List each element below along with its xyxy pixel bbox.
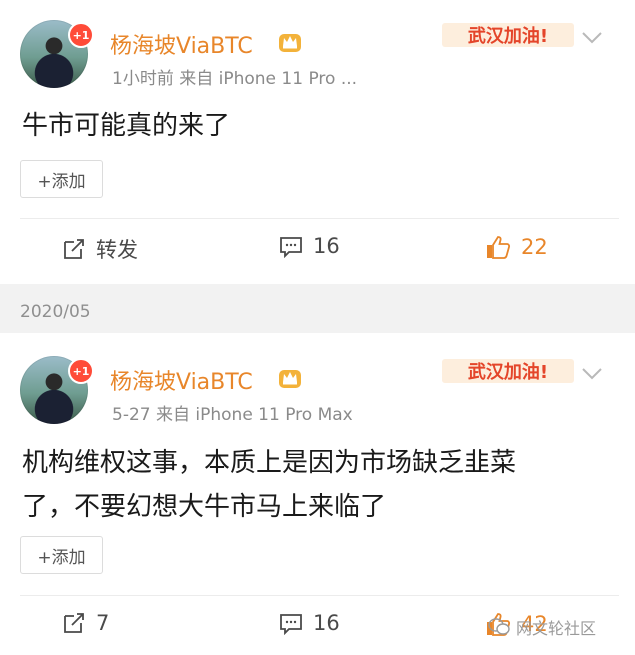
add-button[interactable]: +添加 [20, 160, 103, 198]
post-meta: 1小时前 来自 iPhone 11 Pro ... [112, 69, 358, 89]
chevron-down-icon[interactable] [580, 366, 604, 382]
wechat-icon [488, 618, 510, 635]
repost-button[interactable]: 转发 [62, 234, 138, 264]
username[interactable]: 杨海坡ViaBTC [110, 28, 253, 60]
add-button[interactable]: +添加 [20, 536, 103, 574]
weibo-post: +1 杨海坡ViaBTC 5-27 来自 iPhone 11 Pro Max 武… [0, 333, 635, 655]
repost-button[interactable]: 7 [62, 611, 109, 635]
post-content-line: 了，不要幻想大牛市马上来临了 [22, 492, 387, 522]
username[interactable]: 杨海坡ViaBTC [110, 364, 253, 396]
comment-button[interactable]: 16 [279, 611, 340, 635]
banner-text: 武汉加油! [468, 361, 548, 383]
weibo-feed: +1 杨海坡ViaBTC 1小时前 来自 iPhone 11 Pro ... 武… [0, 0, 635, 655]
chevron-down-icon[interactable] [580, 30, 604, 46]
date-separator [0, 284, 635, 333]
comment-count: 16 [313, 234, 340, 258]
watermark-text: 网文轮社区 [516, 619, 597, 638]
post-content: 机构维权这事，本质上是因为市场缺乏韭菜 了，不要幻想大牛市马上来临了 [22, 441, 605, 529]
repost-icon [64, 613, 84, 633]
notification-badge: +1 [68, 358, 94, 384]
repost-label: 转发 [96, 238, 138, 262]
comment-icon [280, 614, 302, 635]
comment-button[interactable]: 16 [279, 234, 340, 258]
like-count: 22 [521, 235, 548, 259]
thumbs-up-icon [487, 236, 511, 259]
notification-badge: +1 [68, 22, 94, 48]
weibo-post: +1 杨海坡ViaBTC 1小时前 来自 iPhone 11 Pro ... 武… [0, 0, 635, 284]
post-content: 牛市可能真的来了 [22, 111, 231, 141]
wuhan-banner: 武汉加油! [442, 359, 574, 383]
crown-icon [279, 34, 301, 52]
repost-count: 7 [96, 611, 110, 635]
like-button[interactable]: 22 [485, 234, 548, 260]
date-separator-text: 2020/05 [20, 302, 91, 322]
crown-icon [279, 370, 301, 388]
post-content-line: 机构维权这事，本质上是因为市场缺乏韭菜 [22, 448, 517, 478]
divider [20, 218, 619, 219]
post-meta: 5-27 来自 iPhone 11 Pro Max [112, 405, 353, 425]
wuhan-banner: 武汉加油! [442, 23, 574, 47]
repost-icon [64, 239, 84, 259]
banner-text: 武汉加油! [468, 25, 548, 47]
comment-count: 16 [313, 611, 340, 635]
divider [20, 595, 619, 596]
comment-icon [280, 237, 302, 258]
watermark: 网文轮社区 [488, 615, 596, 639]
